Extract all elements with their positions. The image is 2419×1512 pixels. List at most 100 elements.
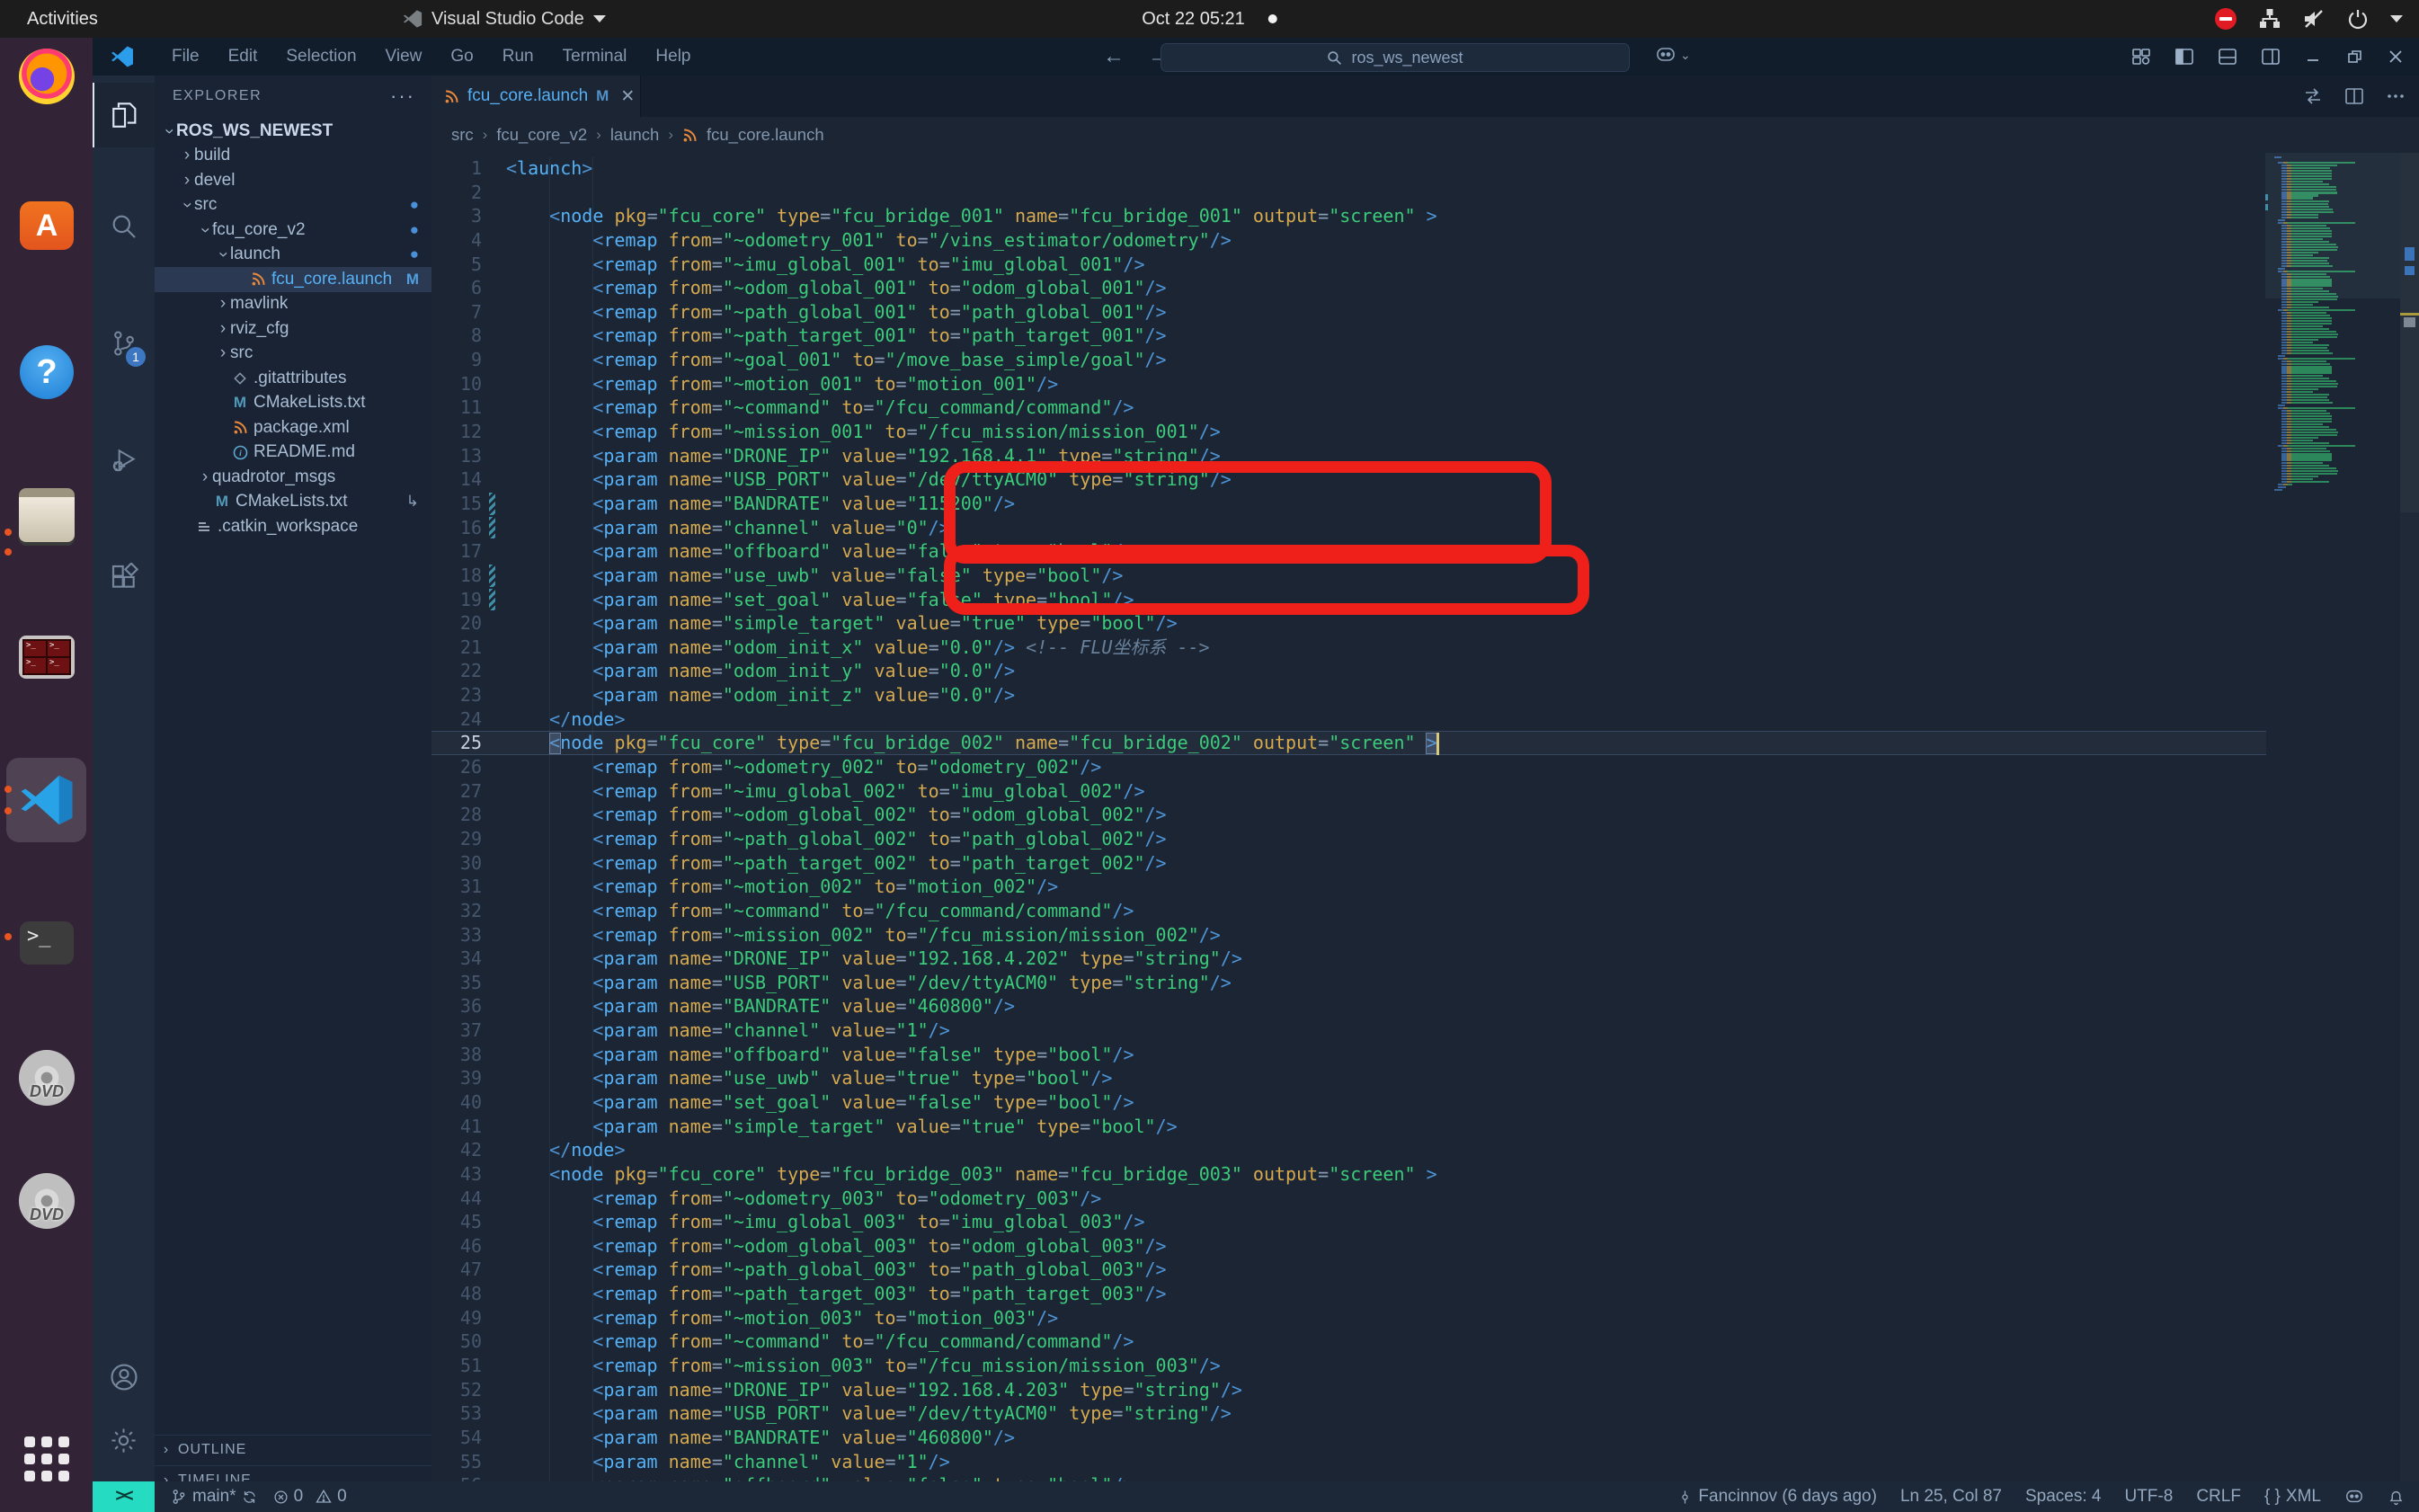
show-applications-button[interactable]	[17, 1429, 76, 1489]
tree-item-mavlink[interactable]: ›mavlink	[155, 292, 431, 317]
section-timeline[interactable]: ›TIMELINE	[155, 1465, 431, 1481]
code-line-31[interactable]: 31 <remap from="~motion_002" to="motion_…	[431, 875, 2419, 899]
tree-item-fcu_core.launch[interactable]: fcu_core.launchM	[155, 267, 431, 292]
code-line-34[interactable]: 34 <param name="DRONE_IP" value="192.168…	[431, 947, 2419, 971]
activities-button[interactable]: Activities	[0, 0, 125, 38]
tab-close-icon[interactable]: ✕	[620, 86, 635, 107]
code-line-53[interactable]: 53 <param name="USB_PORT" value="/dev/tt…	[431, 1401, 2419, 1426]
toggle-secondary-sidebar-icon[interactable]	[2261, 47, 2281, 67]
minimize-button[interactable]	[2304, 48, 2322, 66]
dock-files[interactable]	[17, 485, 76, 545]
code-line-1[interactable]: 1<launch>	[431, 156, 2419, 181]
toggle-panel-icon[interactable]	[2218, 47, 2237, 67]
menu-go[interactable]: Go	[436, 47, 487, 67]
problems-status[interactable]: 0 0	[273, 1487, 347, 1507]
code-line-2[interactable]: 2	[431, 181, 2419, 205]
dock-dvd-1[interactable]: DVD	[17, 1048, 76, 1107]
menu-file[interactable]: File	[157, 47, 214, 67]
tree-item-package.xml[interactable]: package.xml	[155, 415, 431, 440]
tree-item-readme.md[interactable]: iREADME.md	[155, 440, 431, 466]
tree-item-src[interactable]: ›src	[155, 342, 431, 367]
code-line-54[interactable]: 54 <param name="BANDRATE" value="460800"…	[431, 1426, 2419, 1450]
restore-button[interactable]	[2345, 48, 2363, 66]
code-line-51[interactable]: 51 <remap from="~mission_003" to="/fcu_m…	[431, 1354, 2419, 1378]
code-line-55[interactable]: 55 <param name="channel" value="1"/>	[431, 1450, 2419, 1474]
code-line-32[interactable]: 32 <remap from="~command" to="/fcu_comma…	[431, 899, 2419, 923]
code-line-39[interactable]: 39 <param name="use_uwb" value="true" ty…	[431, 1066, 2419, 1090]
tree-item-fcu_core_v2[interactable]: ›fcu_core_v2●	[155, 218, 431, 243]
code-line-22[interactable]: 22 <param name="odom_init_y" value="0.0"…	[431, 659, 2419, 683]
nav-back-button[interactable]: ←	[1103, 44, 1125, 69]
menu-view[interactable]: View	[371, 47, 437, 67]
code-line-26[interactable]: 26 <remap from="~odometry_002" to="odome…	[431, 755, 2419, 779]
dock-help[interactable]: ?	[17, 342, 76, 402]
dock-ubuntu-software[interactable]: A	[17, 196, 76, 255]
customize-layout-icon[interactable]	[2131, 47, 2151, 67]
section-outline[interactable]: ›OUTLINE	[155, 1435, 431, 1464]
code-line-30[interactable]: 30 <remap from="~path_target_002" to="pa…	[431, 851, 2419, 876]
code-line-23[interactable]: 23 <param name="odom_init_z" value="0.0"…	[431, 683, 2419, 707]
tree-item-devel[interactable]: ›devel	[155, 168, 431, 193]
tab-fcu-core-launch[interactable]: fcu_core.launch M ✕	[431, 76, 641, 117]
copilot-menu[interactable]: ⌄	[1655, 45, 1691, 65]
minimap[interactable]	[2265, 153, 2400, 1481]
more-actions-icon[interactable]	[2385, 85, 2406, 107]
code-line-7[interactable]: 7 <remap from="~path_global_001" to="pat…	[431, 300, 2419, 325]
code-line-50[interactable]: 50 <remap from="~command" to="/fcu_comma…	[431, 1330, 2419, 1354]
eol-status[interactable]: CRLF	[2196, 1487, 2241, 1507]
code-line-4[interactable]: 4 <remap from="~odometry_001" to="/vins_…	[431, 228, 2419, 253]
tree-item-src[interactable]: ›src●	[155, 193, 431, 218]
code-line-46[interactable]: 46 <remap from="~odom_global_003" to="od…	[431, 1234, 2419, 1259]
tree-item-launch[interactable]: ›launch●	[155, 243, 431, 268]
breadcrumb-item-fcu_core_v2[interactable]: fcu_core_v2	[496, 125, 587, 145]
code-line-35[interactable]: 35 <param name="USB_PORT" value="/dev/tt…	[431, 971, 2419, 995]
code-line-47[interactable]: 47 <remap from="~path_global_003" to="pa…	[431, 1258, 2419, 1282]
activity-search[interactable]	[93, 194, 155, 259]
open-changes-icon[interactable]	[2302, 85, 2324, 107]
code-line-29[interactable]: 29 <remap from="~path_global_002" to="pa…	[431, 827, 2419, 851]
activity-run-debug[interactable]	[93, 428, 155, 493]
code-line-27[interactable]: 27 <remap from="~imu_global_002" to="imu…	[431, 779, 2419, 804]
code-line-36[interactable]: 36 <param name="BANDRATE" value="460800"…	[431, 994, 2419, 1018]
tree-item-cmakelists.txt[interactable]: MCMakeLists.txt	[155, 391, 431, 416]
copilot-status[interactable]	[2344, 1488, 2364, 1506]
tree-item-rviz_cfg[interactable]: ›rviz_cfg	[155, 316, 431, 342]
overview-ruler[interactable]	[2400, 153, 2419, 1481]
code-line-37[interactable]: 37 <param name="channel" value="1"/>	[431, 1018, 2419, 1043]
code-line-9[interactable]: 9 <remap from="~goal_001" to="/move_base…	[431, 348, 2419, 372]
code-line-10[interactable]: 10 <remap from="~motion_001" to="motion_…	[431, 372, 2419, 396]
encoding-status[interactable]: UTF-8	[2124, 1487, 2173, 1507]
tree-item-build[interactable]: ›build	[155, 144, 431, 169]
code-line-38[interactable]: 38 <param name="offboard" value="false" …	[431, 1043, 2419, 1067]
clock[interactable]: Oct 22 05:21	[1142, 9, 1277, 30]
dock-dvd-2[interactable]: DVD	[17, 1171, 76, 1231]
breadcrumb-item-launch[interactable]: launch	[610, 125, 660, 145]
menu-selection[interactable]: Selection	[271, 47, 370, 67]
code-line-41[interactable]: 41 <param name="simple_target" value="tr…	[431, 1115, 2419, 1139]
remote-indicator[interactable]: ><	[93, 1481, 155, 1512]
code-line-21[interactable]: 21 <param name="odom_init_x" value="0.0"…	[431, 636, 2419, 660]
code-line-20[interactable]: 20 <param name="simple_target" value="tr…	[431, 611, 2419, 636]
code-line-43[interactable]: 43 <node pkg="fcu_core" type="fcu_bridge…	[431, 1162, 2419, 1187]
code-line-11[interactable]: 11 <remap from="~command" to="/fcu_comma…	[431, 396, 2419, 420]
tree-item-ros_ws_newest[interactable]: ›ROS_WS_NEWEST	[155, 119, 431, 144]
code-line-45[interactable]: 45 <remap from="~imu_global_003" to="imu…	[431, 1210, 2419, 1234]
notifications-bell[interactable]	[2388, 1489, 2405, 1506]
code-line-33[interactable]: 33 <remap from="~mission_002" to="/fcu_m…	[431, 923, 2419, 947]
dock-terminal[interactable]: >_	[17, 913, 76, 973]
tree-item-.catkin_workspace[interactable]: .catkin_workspace	[155, 514, 431, 539]
dock-terminal-red[interactable]: >_>_>_>_	[17, 627, 76, 687]
activity-account[interactable]	[93, 1345, 155, 1410]
indentation-status[interactable]: Spaces: 4	[2025, 1487, 2102, 1507]
code-line-52[interactable]: 52 <param name="DRONE_IP" value="192.168…	[431, 1378, 2419, 1402]
menu-help[interactable]: Help	[641, 47, 705, 67]
activity-settings[interactable]	[93, 1408, 155, 1472]
app-menu[interactable]: Visual Studio Code	[403, 9, 606, 30]
activity-source-control[interactable]: 1	[93, 311, 155, 376]
code-line-28[interactable]: 28 <remap from="~odom_global_002" to="od…	[431, 803, 2419, 827]
code-line-6[interactable]: 6 <remap from="~odom_global_001" to="odo…	[431, 276, 2419, 300]
toggle-sidebar-icon[interactable]	[2174, 47, 2194, 67]
code-line-8[interactable]: 8 <remap from="~path_target_001" to="pat…	[431, 324, 2419, 348]
dock-firefox[interactable]	[17, 47, 76, 106]
menu-terminal[interactable]: Terminal	[548, 47, 642, 67]
